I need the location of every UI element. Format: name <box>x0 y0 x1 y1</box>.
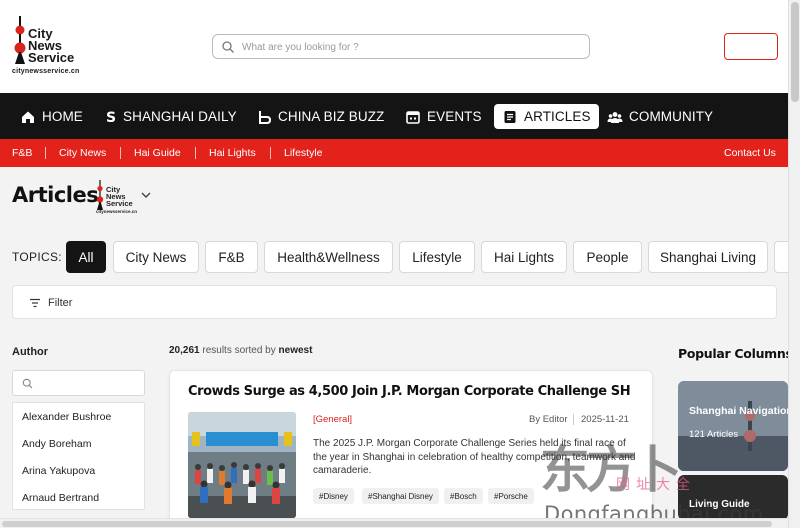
filter-icon <box>30 298 40 308</box>
article-author: By Editor <box>529 414 568 425</box>
site-header: City News Service citynewsservice.cn <box>0 0 788 93</box>
filter-bar[interactable]: Filter <box>12 285 777 319</box>
site-logo[interactable]: City News Service citynewsservice.cn <box>10 16 82 78</box>
article-card[interactable]: Crowds Surge as 4,500 Join J.P. Morgan C… <box>169 370 653 528</box>
popular-column-card[interactable]: Living Guide <box>678 475 788 520</box>
topic-chip-hai-lights[interactable]: Hai Lights <box>481 241 567 273</box>
meta-divider <box>573 414 574 425</box>
subnav-item-hai-lights[interactable]: Hai Lights <box>209 147 256 159</box>
source-logo-domain: citynewsservice.cn <box>96 209 138 214</box>
article-date: 2025-11-21 <box>581 414 629 425</box>
page-title: Articles <box>12 183 99 207</box>
topic-chip-lifestyle[interactable]: Lifestyle <box>399 241 475 273</box>
nav-item-home[interactable]: HOME <box>20 104 83 129</box>
subnav-item-lifestyle[interactable]: Lifestyle <box>284 147 323 159</box>
topic-chip-people[interactable]: People <box>573 241 642 273</box>
article-tag[interactable]: #Bosch <box>444 488 483 504</box>
article-icon <box>504 110 516 123</box>
search-input[interactable] <box>242 38 572 56</box>
topic-chip-fb[interactable]: F&B <box>205 241 258 273</box>
article-category[interactable]: [General] <box>313 414 352 425</box>
pearl-tower-icon <box>14 16 26 64</box>
nav-item-community[interactable]: COMMUNITY <box>607 104 713 129</box>
topic-chip-health-wellness[interactable]: Health&Wellness <box>264 241 393 273</box>
subnav-divider <box>120 147 121 159</box>
article-thumbnail[interactable] <box>188 412 296 518</box>
topic-chip-shanghai-living[interactable]: Shanghai Living <box>648 241 768 273</box>
author-search-input[interactable] <box>12 370 145 396</box>
source-logo[interactable]: City News Service citynewsservice.cn <box>96 180 140 216</box>
subnav-item-fb[interactable]: F&B <box>12 147 32 159</box>
article-title[interactable]: Crowds Surge as 4,500 Join J.P. Morgan C… <box>188 384 631 399</box>
results-summary: 20,261 results sorted by newest <box>169 345 312 356</box>
article-tag[interactable]: #Shanghai Disney <box>362 488 439 504</box>
popular-columns-title: Popular Columns <box>678 346 793 361</box>
article-description: The 2025 J.P. Morgan Corporate Challenge… <box>313 438 636 476</box>
author-item[interactable]: Arnaud Bertrand <box>22 492 99 504</box>
author-item[interactable]: Alexander Bushroe <box>22 411 111 423</box>
popular-column-count: 121 Articles <box>689 429 739 440</box>
horizontal-scrollbar[interactable] <box>0 518 788 528</box>
topic-chip-city-news[interactable]: City News <box>113 241 199 273</box>
article-tag[interactable]: #Disney <box>313 488 354 504</box>
results-text: results sorted by <box>202 345 276 356</box>
subnav-contact-us[interactable]: Contact Us <box>724 147 776 159</box>
nav-item-articles[interactable]: ARTICLES <box>494 104 599 129</box>
nav-item-china-biz-buzz[interactable]: CHINA BIZ BUZZ <box>256 104 384 129</box>
search-box[interactable] <box>212 34 590 59</box>
subnav-item-city-news[interactable]: City News <box>59 147 106 159</box>
popular-column-card[interactable]: Shanghai Navigation 121 Articles <box>678 381 788 471</box>
logo-domain: citynewsservice.cn <box>12 68 80 75</box>
subnav-divider <box>45 147 46 159</box>
header-action-button[interactable] <box>724 33 778 60</box>
main-nav: HOME S SHANGHAI DAILY CHINA BIZ BUZZ EVE… <box>0 93 788 139</box>
results-sort[interactable]: newest <box>279 345 313 356</box>
article-tag[interactable]: #Porsche <box>488 488 534 504</box>
topics-label: TOPICS: <box>12 250 62 264</box>
search-icon <box>222 41 234 53</box>
scrollbar-thumb[interactable] <box>791 2 799 102</box>
subnav-item-hai-guide[interactable]: Hai Guide <box>134 147 181 159</box>
topic-chip-overflow[interactable] <box>774 241 788 273</box>
community-icon <box>607 111 623 123</box>
chevron-down-icon[interactable] <box>141 191 151 199</box>
nav-item-events[interactable]: EVENTS <box>405 104 482 129</box>
author-item[interactable]: Andy Boreham <box>22 438 91 450</box>
author-filter-title: Author <box>12 346 49 358</box>
vertical-scrollbar[interactable] <box>788 0 800 528</box>
sub-nav: F&B City News Hai Guide Hai Lights Lifes… <box>0 139 788 167</box>
svg-text:S: S <box>106 110 116 125</box>
logo-wordmark: City News Service <box>28 26 75 65</box>
pearl-tower-icon <box>96 180 104 210</box>
calendar-icon <box>406 110 420 124</box>
column-cover-image <box>678 381 788 471</box>
popular-column-name: Shanghai Navigation <box>689 405 788 417</box>
biz-buzz-icon <box>259 110 272 124</box>
shanghai-daily-icon: S <box>106 110 116 125</box>
source-logo-wordmark: City News Service <box>106 185 133 208</box>
search-icon <box>22 378 33 389</box>
popular-column-name: Living Guide <box>689 499 750 510</box>
subnav-divider <box>195 147 196 159</box>
nav-item-shanghai-daily[interactable]: S SHANGHAI DAILY <box>106 104 237 129</box>
topic-chip-all[interactable]: All <box>66 241 106 273</box>
scrollbar-thumb[interactable] <box>2 521 772 527</box>
results-count: 20,261 <box>169 345 200 356</box>
home-icon <box>22 111 34 123</box>
filter-label: Filter <box>48 297 73 309</box>
author-item[interactable]: Arina Yakupova <box>22 465 95 477</box>
marathon-photo <box>188 412 296 518</box>
subnav-divider <box>270 147 271 159</box>
author-list[interactable]: Alexander Bushroe Andy Boreham Arina Yak… <box>12 402 145 510</box>
